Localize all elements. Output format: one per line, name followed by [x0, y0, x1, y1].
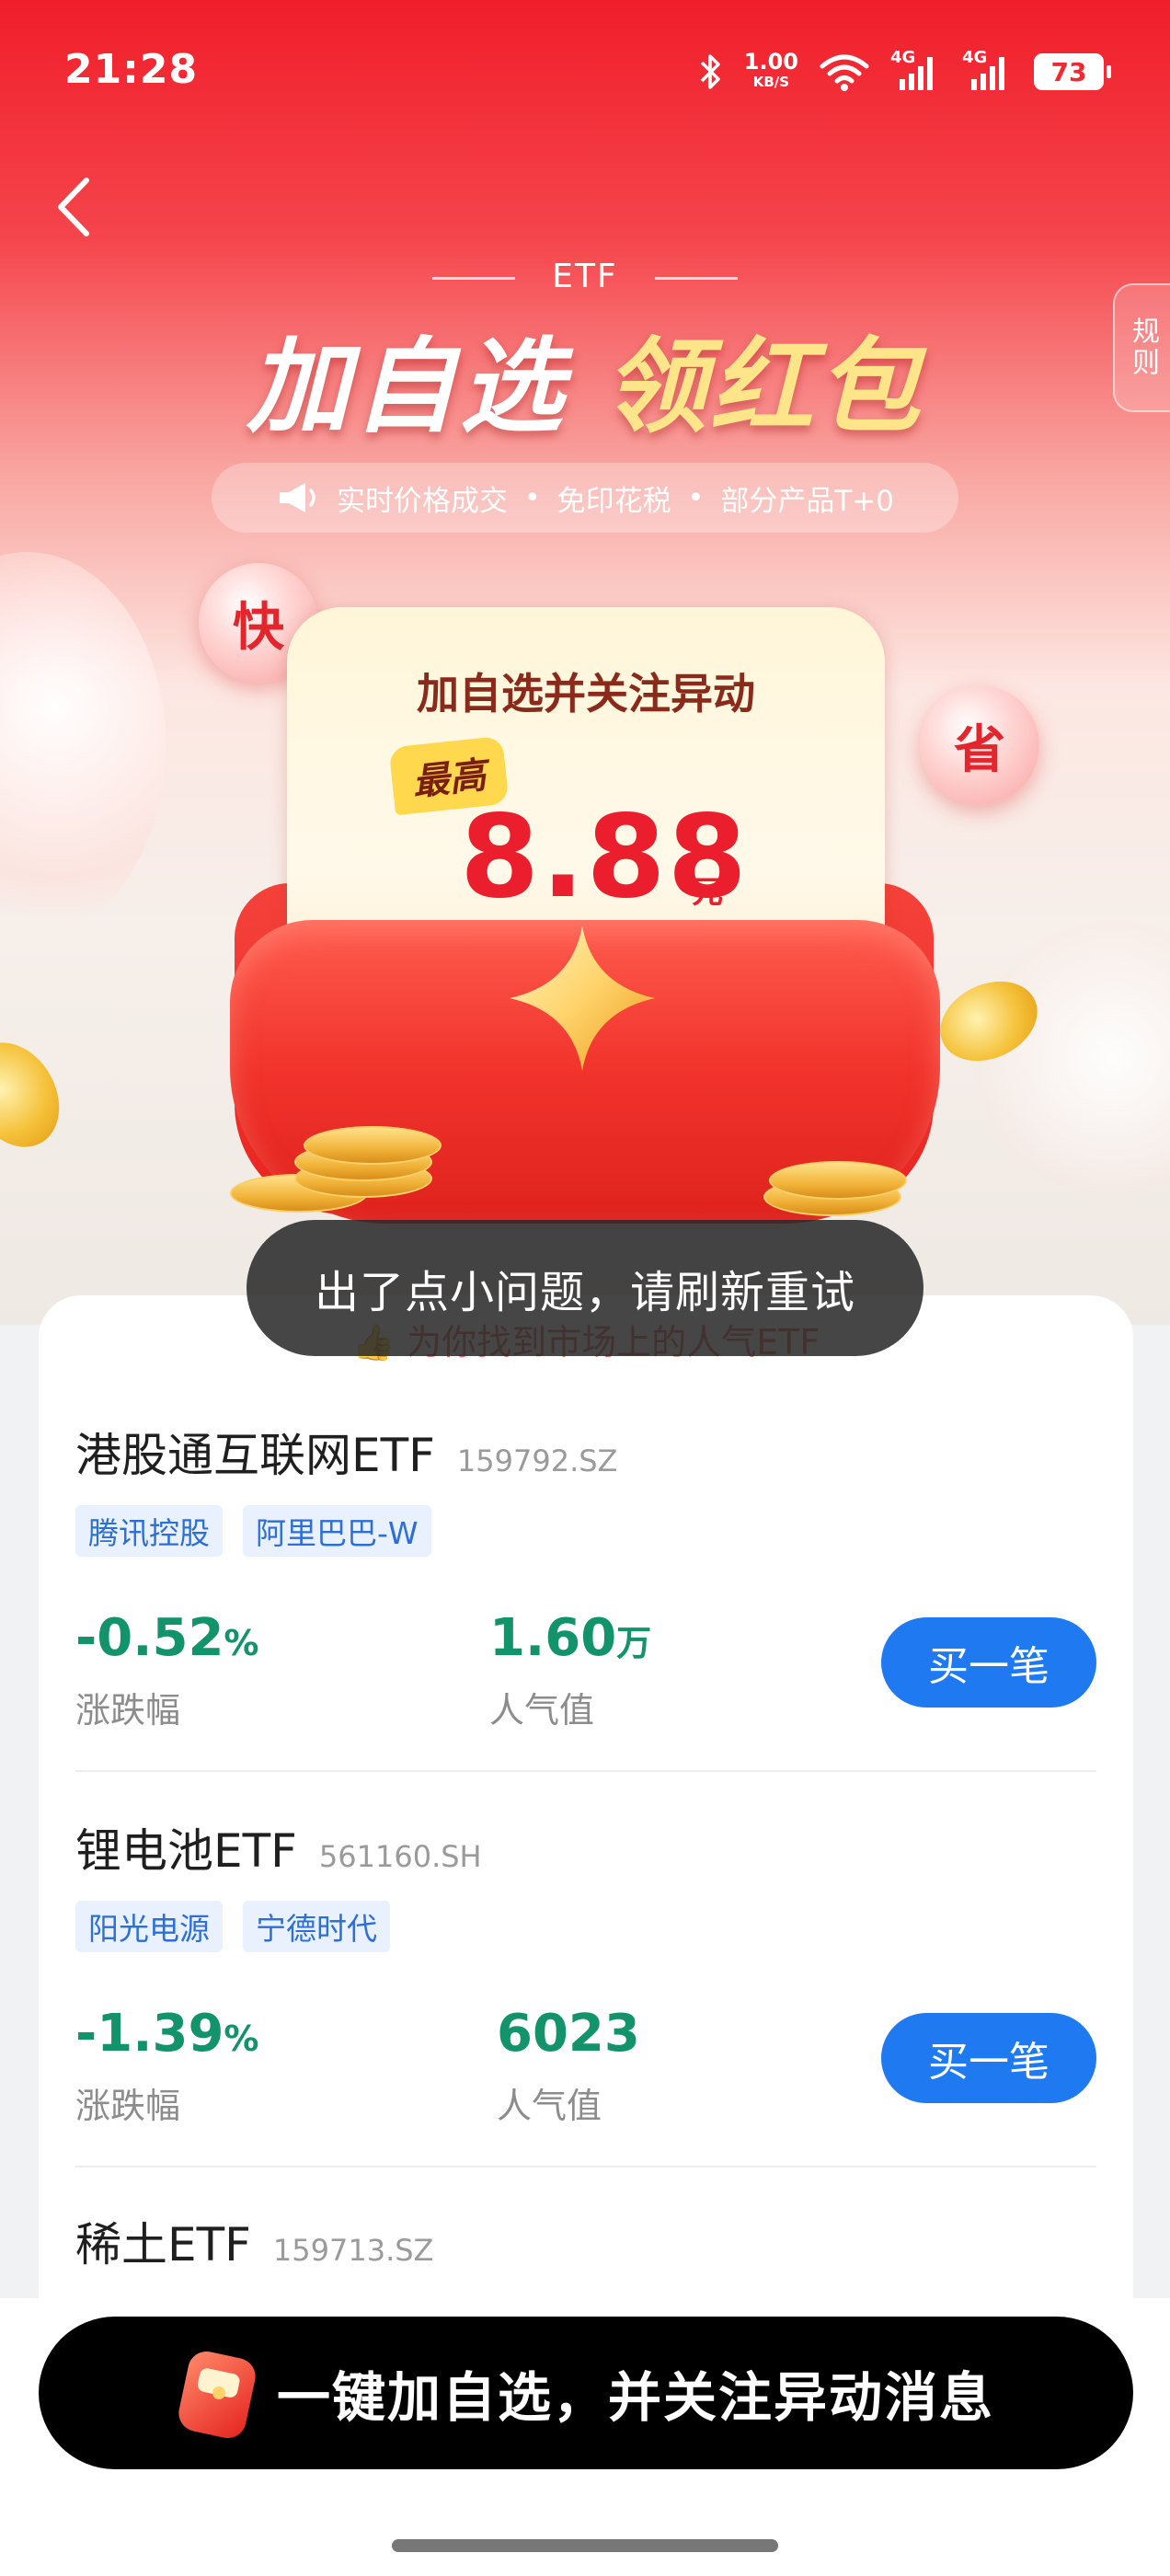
- megaphone-icon: [279, 483, 315, 512]
- etf-title-row: 锂电池ETF 561160.SH: [75, 1814, 482, 1880]
- wifi-icon: [820, 54, 869, 91]
- error-toast: 出了点小问题，请刷新重试: [247, 1220, 923, 1356]
- divider: [654, 276, 738, 280]
- separator-dot: •: [687, 481, 705, 514]
- save-bubble-label: 省: [954, 719, 1005, 780]
- page-headline: 加自选 领红包: [0, 304, 1170, 453]
- etf-name: 港股通互联网ETF: [75, 1429, 435, 1482]
- popularity-label: 人气值: [497, 2086, 602, 2126]
- status-time: 21:28: [64, 46, 199, 93]
- bottom-bar: 一键加自选，并关注异动消息: [0, 2298, 1170, 2576]
- bluetooth-icon: [700, 54, 720, 89]
- fast-bubble-label: 快: [233, 597, 284, 658]
- etf-tag: ETF: [0, 258, 1170, 295]
- change-label: 涨跌幅: [75, 1690, 181, 1731]
- change-unit: %: [224, 2018, 259, 2059]
- coin-stack-icon: [230, 1126, 451, 1214]
- coin-stack-icon: [754, 1159, 920, 1216]
- chevron-left-icon: [58, 178, 89, 236]
- divider: [432, 276, 516, 280]
- battery-icon: 73: [1034, 53, 1111, 90]
- red-envelope-icon: [178, 2351, 256, 2439]
- network-speed-value: 1.00: [743, 49, 798, 75]
- holding-tags: 腾讯控股 阿里巴巴-W: [75, 1505, 431, 1557]
- etf-name: 锂电池ETF: [75, 1824, 297, 1878]
- status-icons: 1.00 KB/S 4G 4G 73: [698, 48, 1111, 92]
- holding-tag: 阳光电源: [75, 1901, 223, 1952]
- cta-label: 一键加自选，并关注异动消息: [276, 2366, 994, 2429]
- cell-signal-icon: 4G: [962, 48, 1014, 92]
- popularity-number: 6023: [497, 2004, 640, 2064]
- etf-name: 稀土ETF: [75, 2218, 251, 2271]
- buy-button[interactable]: 买一笔: [881, 1617, 1096, 1708]
- feature-item: 实时价格成交: [336, 484, 508, 518]
- change-value: -1.39%: [75, 2004, 259, 2064]
- change-unit: %: [224, 1623, 259, 1663]
- feature-item: 部分产品T+0: [720, 484, 895, 518]
- home-indicator[interactable]: [392, 2539, 778, 2552]
- etf-title-row: 港股通互联网ETF 159792.SZ: [75, 1419, 617, 1485]
- popularity-unit: 万: [616, 1623, 652, 1663]
- cell-signal-icon: 4G: [890, 48, 942, 92]
- popularity-value: 6023: [497, 2004, 640, 2064]
- gold-coin-icon: [0, 1026, 77, 1164]
- etf-tag-label: ETF: [552, 258, 618, 295]
- change-number: -1.39: [75, 2004, 224, 2064]
- battery-level: 73: [1050, 56, 1087, 87]
- popularity-label: 人气值: [489, 1690, 595, 1731]
- headline-part-1: 加自选: [247, 328, 567, 447]
- change-label: 涨跌幅: [75, 2086, 181, 2126]
- etf-list-item[interactable]: 稀土ETF 159713.SZ: [75, 2168, 1096, 2307]
- promo-title: 加自选并关注异动: [417, 669, 755, 719]
- etf-list-item[interactable]: 港股通互联网ETF 159792.SZ 腾讯控股 阿里巴巴-W -0.52% 涨…: [75, 1378, 1096, 1772]
- add-all-watchlist-button[interactable]: 一键加自选，并关注异动消息: [39, 2317, 1133, 2469]
- star-icon: [510, 926, 655, 1071]
- holding-tag: 阿里巴巴-W: [243, 1505, 431, 1557]
- status-bar: 21:28 1.00 KB/S 4G 4G 73: [0, 0, 1170, 147]
- decorative-bubble: [0, 552, 166, 938]
- feature-pill: 实时价格成交 • 免印花税 • 部分产品T+0: [212, 463, 958, 533]
- network-speed: 1.00 KB/S: [743, 49, 798, 92]
- back-button[interactable]: [37, 166, 110, 248]
- etf-title-row: 稀土ETF 159713.SZ: [75, 2208, 433, 2274]
- etf-code: 159792.SZ: [456, 1443, 618, 1478]
- hero-banner: 21:28 1.00 KB/S 4G 4G 73 规则 ETF 加自选 领红包 …: [0, 0, 1170, 1325]
- popularity-number: 1.60: [489, 1608, 617, 1668]
- change-number: -0.52: [75, 1608, 224, 1668]
- promo-amount-unit: 元: [692, 874, 723, 911]
- headline-part-2: 领红包: [603, 328, 923, 447]
- popularity-value: 1.60万: [489, 1608, 651, 1668]
- network-speed-unit: KB/S: [752, 74, 790, 90]
- separator-dot: •: [523, 481, 541, 514]
- change-value: -0.52%: [75, 1608, 259, 1668]
- save-bubble: 省: [920, 685, 1039, 805]
- feature-item: 免印花税: [556, 484, 671, 518]
- buy-button[interactable]: 买一笔: [881, 2013, 1096, 2103]
- etf-code: 159713.SZ: [272, 2233, 434, 2268]
- divider: [75, 1770, 1096, 1772]
- decorative-bubble: [975, 920, 1170, 1196]
- etf-list: 👍 为你找到市场上的人气ETF 港股通互联网ETF 159792.SZ 腾讯控股…: [39, 1295, 1133, 2307]
- etf-list-item[interactable]: 锂电池ETF 561160.SH 阳光电源 宁德时代 -1.39% 涨跌幅 60…: [75, 1774, 1096, 2168]
- holding-tag: 腾讯控股: [75, 1505, 223, 1557]
- holding-tags: 阳光电源 宁德时代: [75, 1901, 390, 1952]
- toast-message: 出了点小问题，请刷新重试: [314, 1267, 855, 1318]
- holding-tag: 宁德时代: [243, 1901, 390, 1952]
- etf-code: 561160.SH: [318, 1839, 482, 1874]
